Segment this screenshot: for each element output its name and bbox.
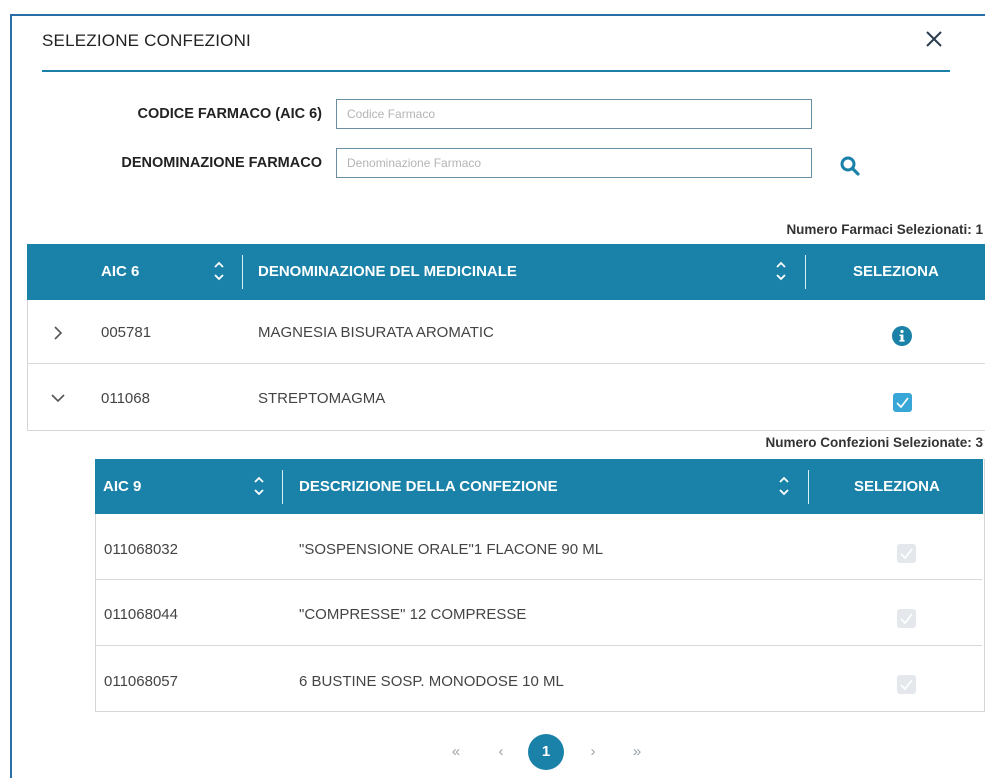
- row-descrizione: "SOSPENSIONE ORALE"1 FLACONE 90 ML: [299, 541, 604, 558]
- row-aic9: 011068044: [104, 606, 178, 623]
- sort-aic6-icon[interactable]: [212, 258, 226, 284]
- farmaci-count-label: Numero Farmaci Selezionati: 1: [786, 222, 983, 237]
- row-descrizione: 6 BUSTINE SOSP. MONODOSE 10 ML: [299, 673, 564, 690]
- pagination-page-button[interactable]: 1: [528, 734, 564, 770]
- column-separator: [808, 470, 809, 504]
- window-frame-top: [10, 14, 985, 16]
- select-checkbox[interactable]: [893, 393, 912, 412]
- check-icon: [900, 679, 913, 691]
- close-button[interactable]: [921, 26, 947, 52]
- column-separator: [242, 255, 243, 289]
- info-icon[interactable]: [892, 326, 912, 346]
- pagination-next-button[interactable]: ›: [577, 736, 609, 768]
- denominazione-farmaco-label: DENOMINAZIONE FARMACO: [121, 155, 322, 171]
- column-header-denominazione: DENOMINAZIONE DEL MEDICINALE: [258, 263, 517, 280]
- codice-farmaco-label: CODICE FARMACO (AIC 6): [137, 106, 322, 122]
- confezioni-table-header: AIC 9 DESCRIZIONE DELLA CONFEZIONE SELEZ…: [95, 459, 983, 514]
- search-icon: [840, 156, 860, 176]
- row-aic9: 011068032: [104, 541, 178, 558]
- table-row[interactable]: 011068 STREPTOMAGMA: [28, 364, 985, 429]
- check-icon: [900, 548, 913, 560]
- column-header-aic9: AIC 9: [103, 478, 142, 495]
- window-frame-left: [10, 14, 12, 778]
- table-row[interactable]: 011068032 "SOSPENSIONE ORALE"1 FLACONE 9…: [96, 514, 982, 580]
- row-aic6: 005781: [101, 324, 152, 341]
- chevron-down-icon[interactable]: [50, 390, 66, 406]
- select-checkbox[interactable]: [897, 544, 916, 563]
- select-checkbox[interactable]: [897, 609, 916, 628]
- column-separator: [805, 255, 806, 289]
- check-icon: [896, 397, 909, 409]
- farmaci-table-header: AIC 6 DENOMINAZIONE DEL MEDICINALE SELEZ…: [27, 244, 985, 300]
- sort-aic9-icon[interactable]: [252, 473, 266, 499]
- sort-denominazione-icon[interactable]: [774, 258, 788, 284]
- row-descrizione: "COMPRESSE" 12 COMPRESSE: [299, 606, 527, 623]
- title-divider: [42, 70, 950, 72]
- pagination-first-button[interactable]: «: [440, 736, 472, 768]
- column-header-descrizione: DESCRIZIONE DELLA CONFEZIONE: [299, 478, 558, 495]
- sort-descrizione-icon[interactable]: [777, 473, 791, 499]
- table-row[interactable]: 011068057 6 BUSTINE SOSP. MONODOSE 10 ML: [96, 646, 982, 710]
- row-aic6: 011068: [101, 390, 150, 407]
- check-icon: [900, 613, 913, 625]
- column-header-aic6: AIC 6: [101, 263, 140, 280]
- column-header-seleziona: SELEZIONA: [853, 263, 939, 280]
- search-button[interactable]: [837, 153, 863, 179]
- table-row[interactable]: 011068044 "COMPRESSE" 12 COMPRESSE: [96, 580, 982, 646]
- pagination-last-button[interactable]: »: [621, 736, 653, 768]
- dialog-title: SELEZIONE CONFEZIONI: [42, 31, 251, 50]
- row-aic9: 011068057: [104, 673, 178, 690]
- select-checkbox[interactable]: [897, 675, 916, 694]
- chevron-right-icon[interactable]: [50, 325, 66, 341]
- row-denominazione: STREPTOMAGMA: [258, 390, 386, 407]
- codice-farmaco-input[interactable]: [336, 99, 812, 129]
- close-icon: [926, 31, 942, 47]
- denominazione-farmaco-input[interactable]: [336, 148, 812, 178]
- confezioni-count-label: Numero Confezioni Selezionate: 3: [765, 435, 983, 450]
- column-header-seleziona: SELEZIONA: [854, 478, 940, 495]
- row-denominazione: MAGNESIA BISURATA AROMATIC: [258, 324, 494, 341]
- table-row[interactable]: 005781 MAGNESIA BISURATA AROMATIC: [28, 300, 985, 364]
- column-separator: [282, 470, 283, 504]
- pagination-prev-button[interactable]: ‹: [485, 736, 517, 768]
